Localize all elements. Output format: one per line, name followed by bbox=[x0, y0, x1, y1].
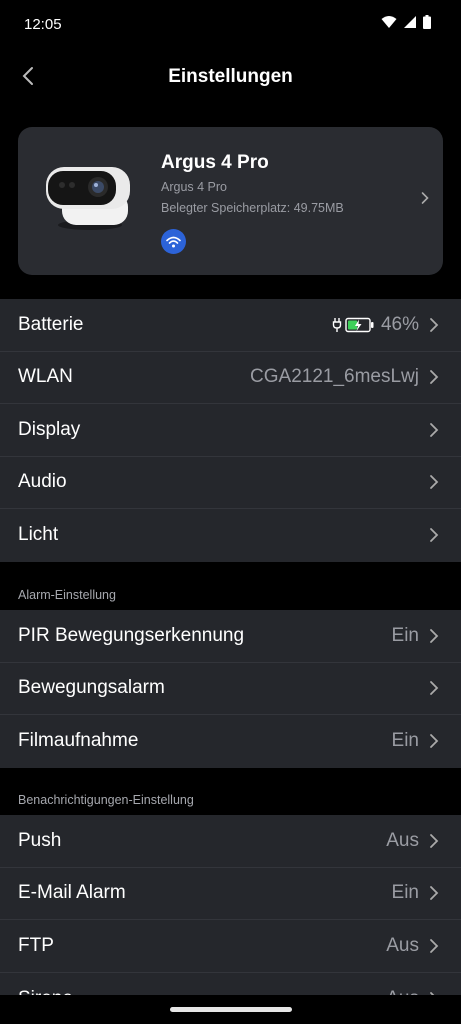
chevron-right-icon bbox=[430, 734, 439, 749]
row-label: PIR Bewegungserkennung bbox=[18, 624, 245, 646]
chevron-right-icon bbox=[430, 886, 439, 901]
chevron-right-icon bbox=[430, 475, 439, 490]
battery-icon bbox=[345, 317, 374, 332]
row-value: Ein bbox=[391, 624, 419, 646]
home-indicator[interactable] bbox=[170, 1007, 292, 1012]
settings-row-display[interactable]: Display bbox=[0, 404, 461, 457]
settings-row-filmaufnahme[interactable]: Filmaufnahme Ein bbox=[0, 715, 461, 768]
settings-group: Batterie 46% WLAN CGA2121_6mesLwj Displa… bbox=[0, 299, 461, 562]
row-label: E-Mail Alarm bbox=[18, 882, 126, 904]
row-value: Aus bbox=[386, 934, 419, 956]
row-label: Bewegungsalarm bbox=[18, 677, 165, 699]
settings-row-pir[interactable]: PIR Bewegungserkennung Ein bbox=[0, 610, 461, 663]
chevron-right-icon bbox=[421, 192, 429, 204]
row-label: FTP bbox=[18, 934, 54, 956]
chevron-right-icon bbox=[430, 938, 439, 953]
row-value: Aus bbox=[386, 829, 419, 851]
wifi-icon bbox=[166, 236, 181, 247]
row-label: Batterie bbox=[18, 313, 84, 335]
cell-signal-icon bbox=[404, 16, 416, 28]
camera-image bbox=[46, 167, 130, 230]
device-card[interactable]: Argus 4 Pro Argus 4 Pro Belegter Speiche… bbox=[18, 127, 443, 275]
status-time: 12:05 bbox=[24, 16, 62, 33]
row-value: Ein bbox=[391, 882, 419, 904]
battery-status-icon bbox=[423, 15, 431, 29]
chevron-right-icon bbox=[430, 833, 439, 848]
row-label: Licht bbox=[18, 524, 59, 546]
chevron-right-icon bbox=[430, 422, 439, 437]
status-bar: 12:05 bbox=[0, 0, 461, 50]
section-label-notifications: Benachrichtigungen-Einstellung bbox=[18, 793, 194, 807]
section-label-alarm: Alarm-Einstellung bbox=[18, 588, 116, 602]
chevron-right-icon bbox=[430, 370, 439, 385]
row-label: Push bbox=[18, 829, 62, 851]
settings-row-push[interactable]: Push Aus bbox=[0, 815, 461, 868]
settings-row-licht[interactable]: Licht bbox=[0, 509, 461, 562]
header: Einstellungen bbox=[0, 50, 461, 104]
battery-percent: 46% bbox=[380, 313, 419, 335]
plug-icon bbox=[332, 317, 342, 332]
settings-row-battery[interactable]: Batterie 46% bbox=[0, 299, 461, 352]
row-label: WLAN bbox=[18, 366, 73, 388]
row-label: Display bbox=[18, 418, 81, 440]
row-label: Audio bbox=[18, 471, 67, 493]
settings-row-bewegungsalarm[interactable]: Bewegungsalarm bbox=[0, 663, 461, 715]
device-model: Argus 4 Pro bbox=[161, 180, 228, 194]
chevron-right-icon bbox=[430, 681, 439, 696]
navigation-bar bbox=[0, 995, 461, 1024]
notifications-group: Push Aus E-Mail Alarm Ein FTP Aus Sirene… bbox=[0, 815, 461, 1024]
row-label: Filmaufnahme bbox=[18, 730, 139, 752]
settings-row-audio[interactable]: Audio bbox=[0, 457, 461, 509]
settings-row-ftp[interactable]: FTP Aus bbox=[0, 920, 461, 973]
chevron-right-icon bbox=[430, 528, 439, 543]
settings-row-wlan[interactable]: WLAN CGA2121_6mesLwj bbox=[0, 352, 461, 404]
row-value: Ein bbox=[391, 730, 419, 752]
battery-indicator bbox=[332, 317, 375, 333]
row-value: CGA2121_6mesLwj bbox=[250, 366, 419, 388]
chevron-right-icon bbox=[430, 628, 439, 643]
settings-row-email-alarm[interactable]: E-Mail Alarm Ein bbox=[0, 868, 461, 920]
device-storage: Belegter Speicherplatz: 49.75MB bbox=[161, 201, 344, 215]
page-title: Einstellungen bbox=[168, 66, 293, 87]
wifi-badge bbox=[161, 229, 186, 254]
wifi-signal-icon bbox=[381, 16, 397, 28]
alarm-group: PIR Bewegungserkennung Ein Bewegungsalar… bbox=[0, 610, 461, 768]
chevron-right-icon bbox=[430, 317, 439, 332]
status-icons bbox=[381, 15, 431, 29]
device-name: Argus 4 Pro bbox=[161, 152, 269, 173]
